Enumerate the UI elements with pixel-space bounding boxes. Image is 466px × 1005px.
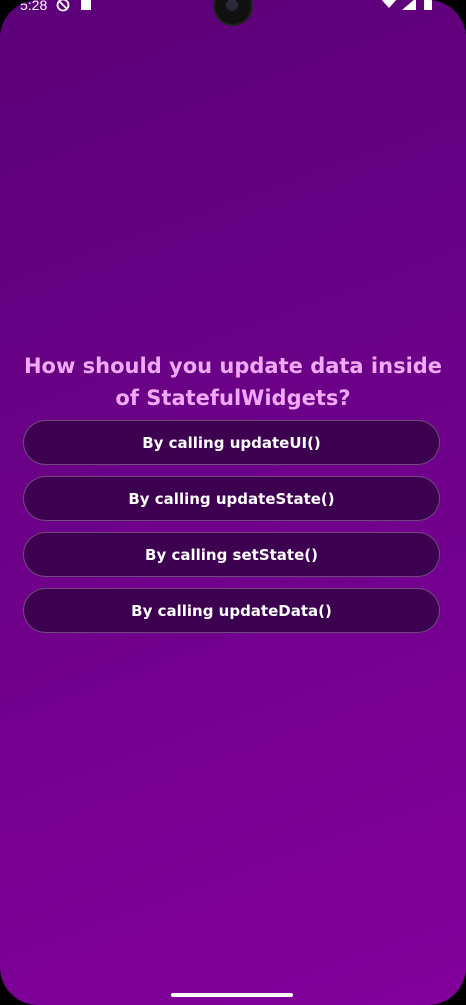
do-not-disturb-icon	[56, 0, 70, 15]
answer-button-4[interactable]: By calling updateData()	[23, 588, 440, 633]
front-camera	[213, 0, 253, 26]
signal-icon	[400, 0, 416, 15]
status-bar: 5:28	[0, 0, 466, 26]
app-screen: 5:28 How should you update data inside o…	[0, 0, 466, 1005]
sd-card-icon	[80, 0, 92, 15]
gesture-nav-handle[interactable]	[171, 993, 293, 997]
battery-icon	[423, 0, 433, 15]
answer-list: By calling updateUI() By calling updateS…	[23, 420, 440, 644]
status-time: 5:28	[20, 0, 48, 13]
answer-button-2[interactable]: By calling updateState()	[23, 476, 440, 521]
question-text: How should you update data inside of Sta…	[23, 354, 443, 410]
answer-button-1[interactable]: By calling updateUI()	[23, 420, 440, 465]
answer-button-3[interactable]: By calling setState()	[23, 532, 440, 577]
wifi-icon	[380, 0, 398, 15]
